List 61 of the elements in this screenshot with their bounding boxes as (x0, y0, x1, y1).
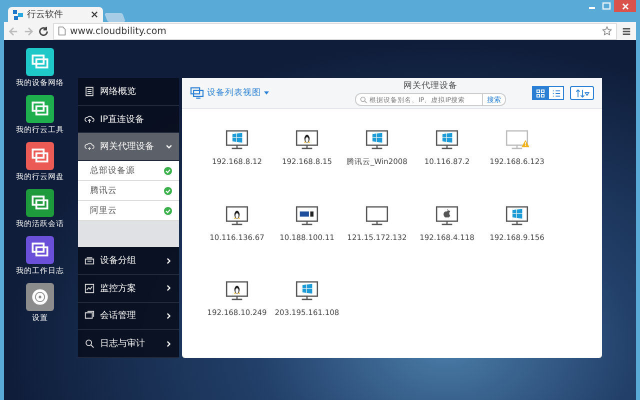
monitor-icon[interactable] (504, 205, 530, 227)
chevron-icon (165, 312, 173, 320)
chevron-icon (165, 256, 173, 265)
menu-item[interactable]: 设备分组 (78, 247, 179, 275)
chevron-icon (165, 340, 173, 348)
app-icon (29, 286, 51, 308)
close-button[interactable] (614, 0, 636, 12)
page-icon (58, 26, 66, 36)
close-icon (622, 2, 628, 10)
grid-view-button[interactable] (532, 86, 548, 100)
logo-icon (13, 10, 23, 20)
panel-title: 网关代理设备 (404, 80, 458, 92)
monitors-icon (190, 87, 204, 99)
monitor-icon[interactable] (294, 280, 320, 302)
menu-item[interactable]: 会话管理 (78, 302, 179, 330)
monitor-icon[interactable] (224, 129, 250, 151)
reload-icon[interactable] (38, 26, 49, 36)
monitor-icon[interactable] (364, 205, 390, 227)
monitor-icon[interactable] (294, 205, 320, 227)
star-icon[interactable] (602, 26, 612, 36)
monitor-icon[interactable] (434, 205, 460, 227)
menu-item-icon (84, 114, 95, 125)
browser-tab[interactable]: 行云软件 (8, 7, 103, 22)
submenu-item[interactable]: 总部设备源 (78, 161, 179, 182)
menu-item-icon (84, 338, 95, 350)
monitor-icon[interactable] (434, 129, 460, 151)
search-icon (360, 96, 368, 104)
address-bar[interactable]: www.cloudbility.com (53, 22, 617, 40)
maximize-icon[interactable] (600, 1, 612, 11)
menu-item-icon (84, 255, 95, 266)
menu-item-icon (84, 310, 95, 322)
menu-item[interactable]: 网关代理设备 (78, 133, 179, 162)
menu-item[interactable]: 监控方案 (78, 274, 179, 303)
menu-item-icon (84, 141, 95, 152)
view-dropdown[interactable]: 设备列表视图 (190, 87, 269, 99)
monitor-icon[interactable] (364, 129, 390, 151)
app-tile[interactable] (26, 142, 54, 170)
list-view-button[interactable] (548, 86, 564, 100)
app-tile[interactable] (26, 283, 54, 311)
sort-button[interactable] (570, 86, 594, 100)
app-tile[interactable] (26, 236, 54, 264)
menu-item-icon (84, 86, 95, 97)
app-tile[interactable] (26, 189, 54, 217)
submenu-item[interactable]: 阿里云 (78, 201, 179, 222)
monitor-icon[interactable] (294, 129, 320, 151)
chevron-icon (165, 142, 173, 151)
caret-icon (264, 91, 269, 95)
close-icon[interactable] (91, 11, 98, 18)
submenu-item[interactable]: 腾讯云 (78, 181, 179, 202)
menu-item[interactable]: 网络概览 (78, 78, 179, 106)
menu-icon[interactable] (621, 26, 632, 36)
app-tile[interactable] (26, 95, 54, 123)
menu-item-icon (84, 282, 95, 294)
menu-item[interactable]: 日志与审计 (78, 330, 179, 358)
sort-icon (574, 88, 590, 98)
list-icon (552, 88, 560, 98)
monitor-icon[interactable] (224, 280, 250, 302)
monitor-icon[interactable] (224, 205, 250, 227)
app-tile[interactable] (26, 48, 54, 76)
grid-icon (536, 88, 544, 98)
chevron-icon (165, 284, 173, 292)
